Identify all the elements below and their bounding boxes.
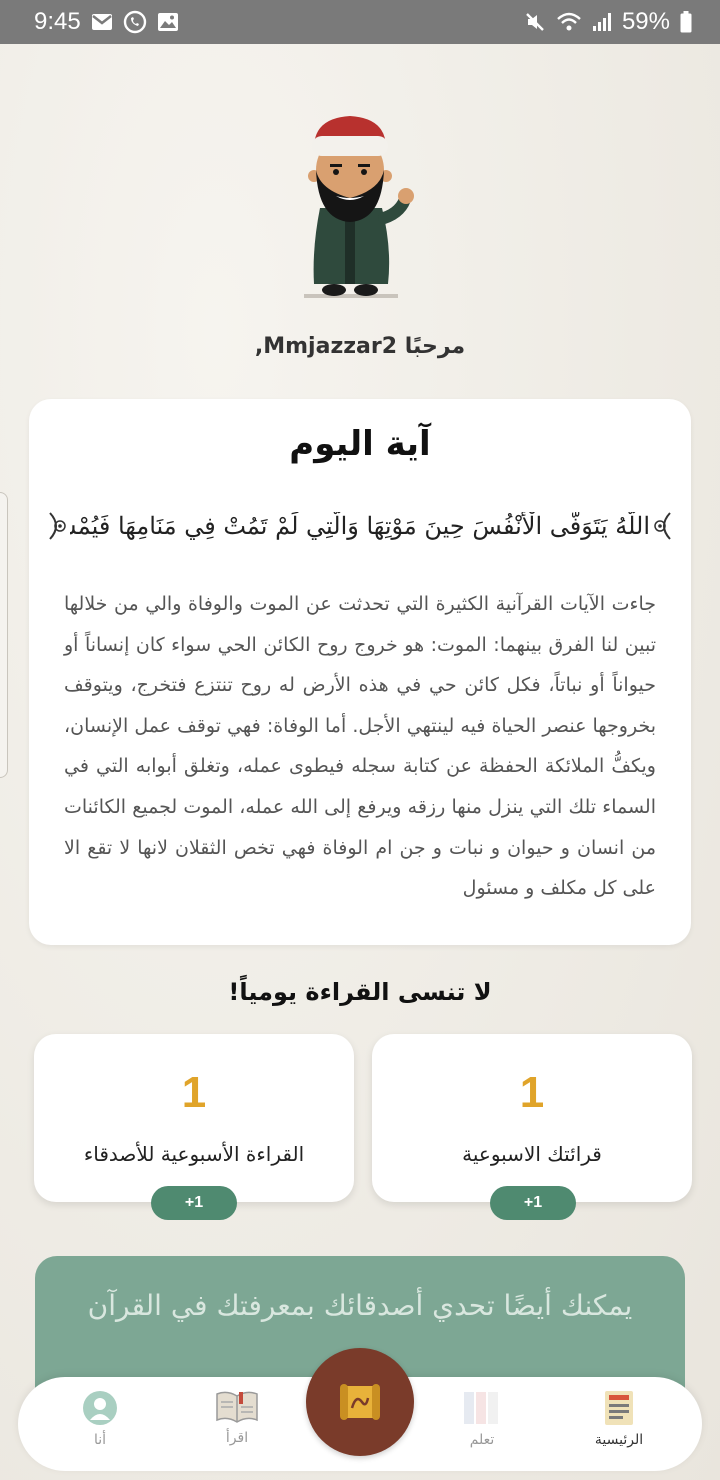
ayah-line: اللَّهُ يَتَوَفَّى الْأَنْفُسَ حِينَ مَو… xyxy=(44,500,676,552)
sheikh-illustration xyxy=(304,116,414,298)
battery-percent: 59% xyxy=(621,8,670,35)
gallery-icon xyxy=(157,13,178,31)
friends-weekly-reading-card[interactable]: 1 القراءة الأسبوعية للأصدقاء xyxy=(34,1034,354,1202)
profile-avatar-icon xyxy=(83,1391,117,1425)
status-time: 9:45 xyxy=(34,8,81,35)
quran-scroll-fab[interactable] xyxy=(306,1348,414,1456)
daily-reading-reminder: لا تنسى القراءة يومياً! xyxy=(228,978,492,1006)
ayah-verse-text: اللَّهُ يَتَوَفَّى الْأَنْفُسَ حِينَ مَو… xyxy=(70,512,650,540)
home-newspaper-icon xyxy=(605,1391,633,1425)
battery-icon xyxy=(680,11,692,33)
friends-weekly-reading-label: القراءة الأسبوعية للأصدقاء xyxy=(83,1142,305,1166)
status-right: 59% xyxy=(524,8,692,36)
gmail-icon xyxy=(91,14,112,30)
friends-reading-increment-button[interactable]: +1 xyxy=(151,1186,237,1220)
side-drawer-handle[interactable] xyxy=(0,492,8,778)
nav-read-label: اقرأ xyxy=(225,1430,249,1446)
ayah-tafsir-text: جاءت الآيات القرآنية الكثيرة التي تحدثت … xyxy=(64,593,656,900)
ayah-ornament-right-icon xyxy=(654,512,671,540)
status-left: 9:45 xyxy=(34,8,179,36)
ayah-ornament-left-icon xyxy=(49,512,66,540)
weekly-reading-count: 1 xyxy=(519,1068,545,1117)
signal-icon xyxy=(592,13,611,31)
ayah-card-title: آية اليوم xyxy=(289,424,431,464)
read-open-book-icon xyxy=(216,1391,258,1423)
weekly-reading-label: قرائتك الاسبوعية xyxy=(462,1142,602,1166)
weekly-reading-card[interactable]: 1 قرائتك الاسبوعية xyxy=(372,1034,692,1202)
challenge-friends-text: يمكنك أيضًا تحدي أصدقائك بمعرفتك في القر… xyxy=(87,1289,633,1322)
scroll-icon xyxy=(340,1384,380,1420)
nav-learn-label: تعلم xyxy=(469,1432,495,1448)
nav-home[interactable]: الرئيسية xyxy=(569,1390,669,1460)
nav-me[interactable]: أنا xyxy=(50,1390,150,1460)
greeting-text: مرحبًا Mmjazzar2, xyxy=(254,334,466,359)
nav-read[interactable]: اقرأ xyxy=(187,1390,287,1460)
whatsapp-icon xyxy=(123,10,146,34)
sheikh-avatar xyxy=(290,108,430,304)
mute-icon xyxy=(526,13,544,31)
nav-learn[interactable]: تعلم xyxy=(432,1390,532,1460)
wifi-icon xyxy=(557,12,581,31)
nav-me-label: أنا xyxy=(93,1432,107,1448)
status-bar: 9:45 59% xyxy=(0,0,720,44)
nav-home-label: الرئيسية xyxy=(594,1432,644,1448)
weekly-reading-increment-button[interactable]: +1 xyxy=(490,1186,576,1220)
friends-weekly-reading-count: 1 xyxy=(181,1068,207,1117)
learn-book-icon xyxy=(464,1392,498,1424)
